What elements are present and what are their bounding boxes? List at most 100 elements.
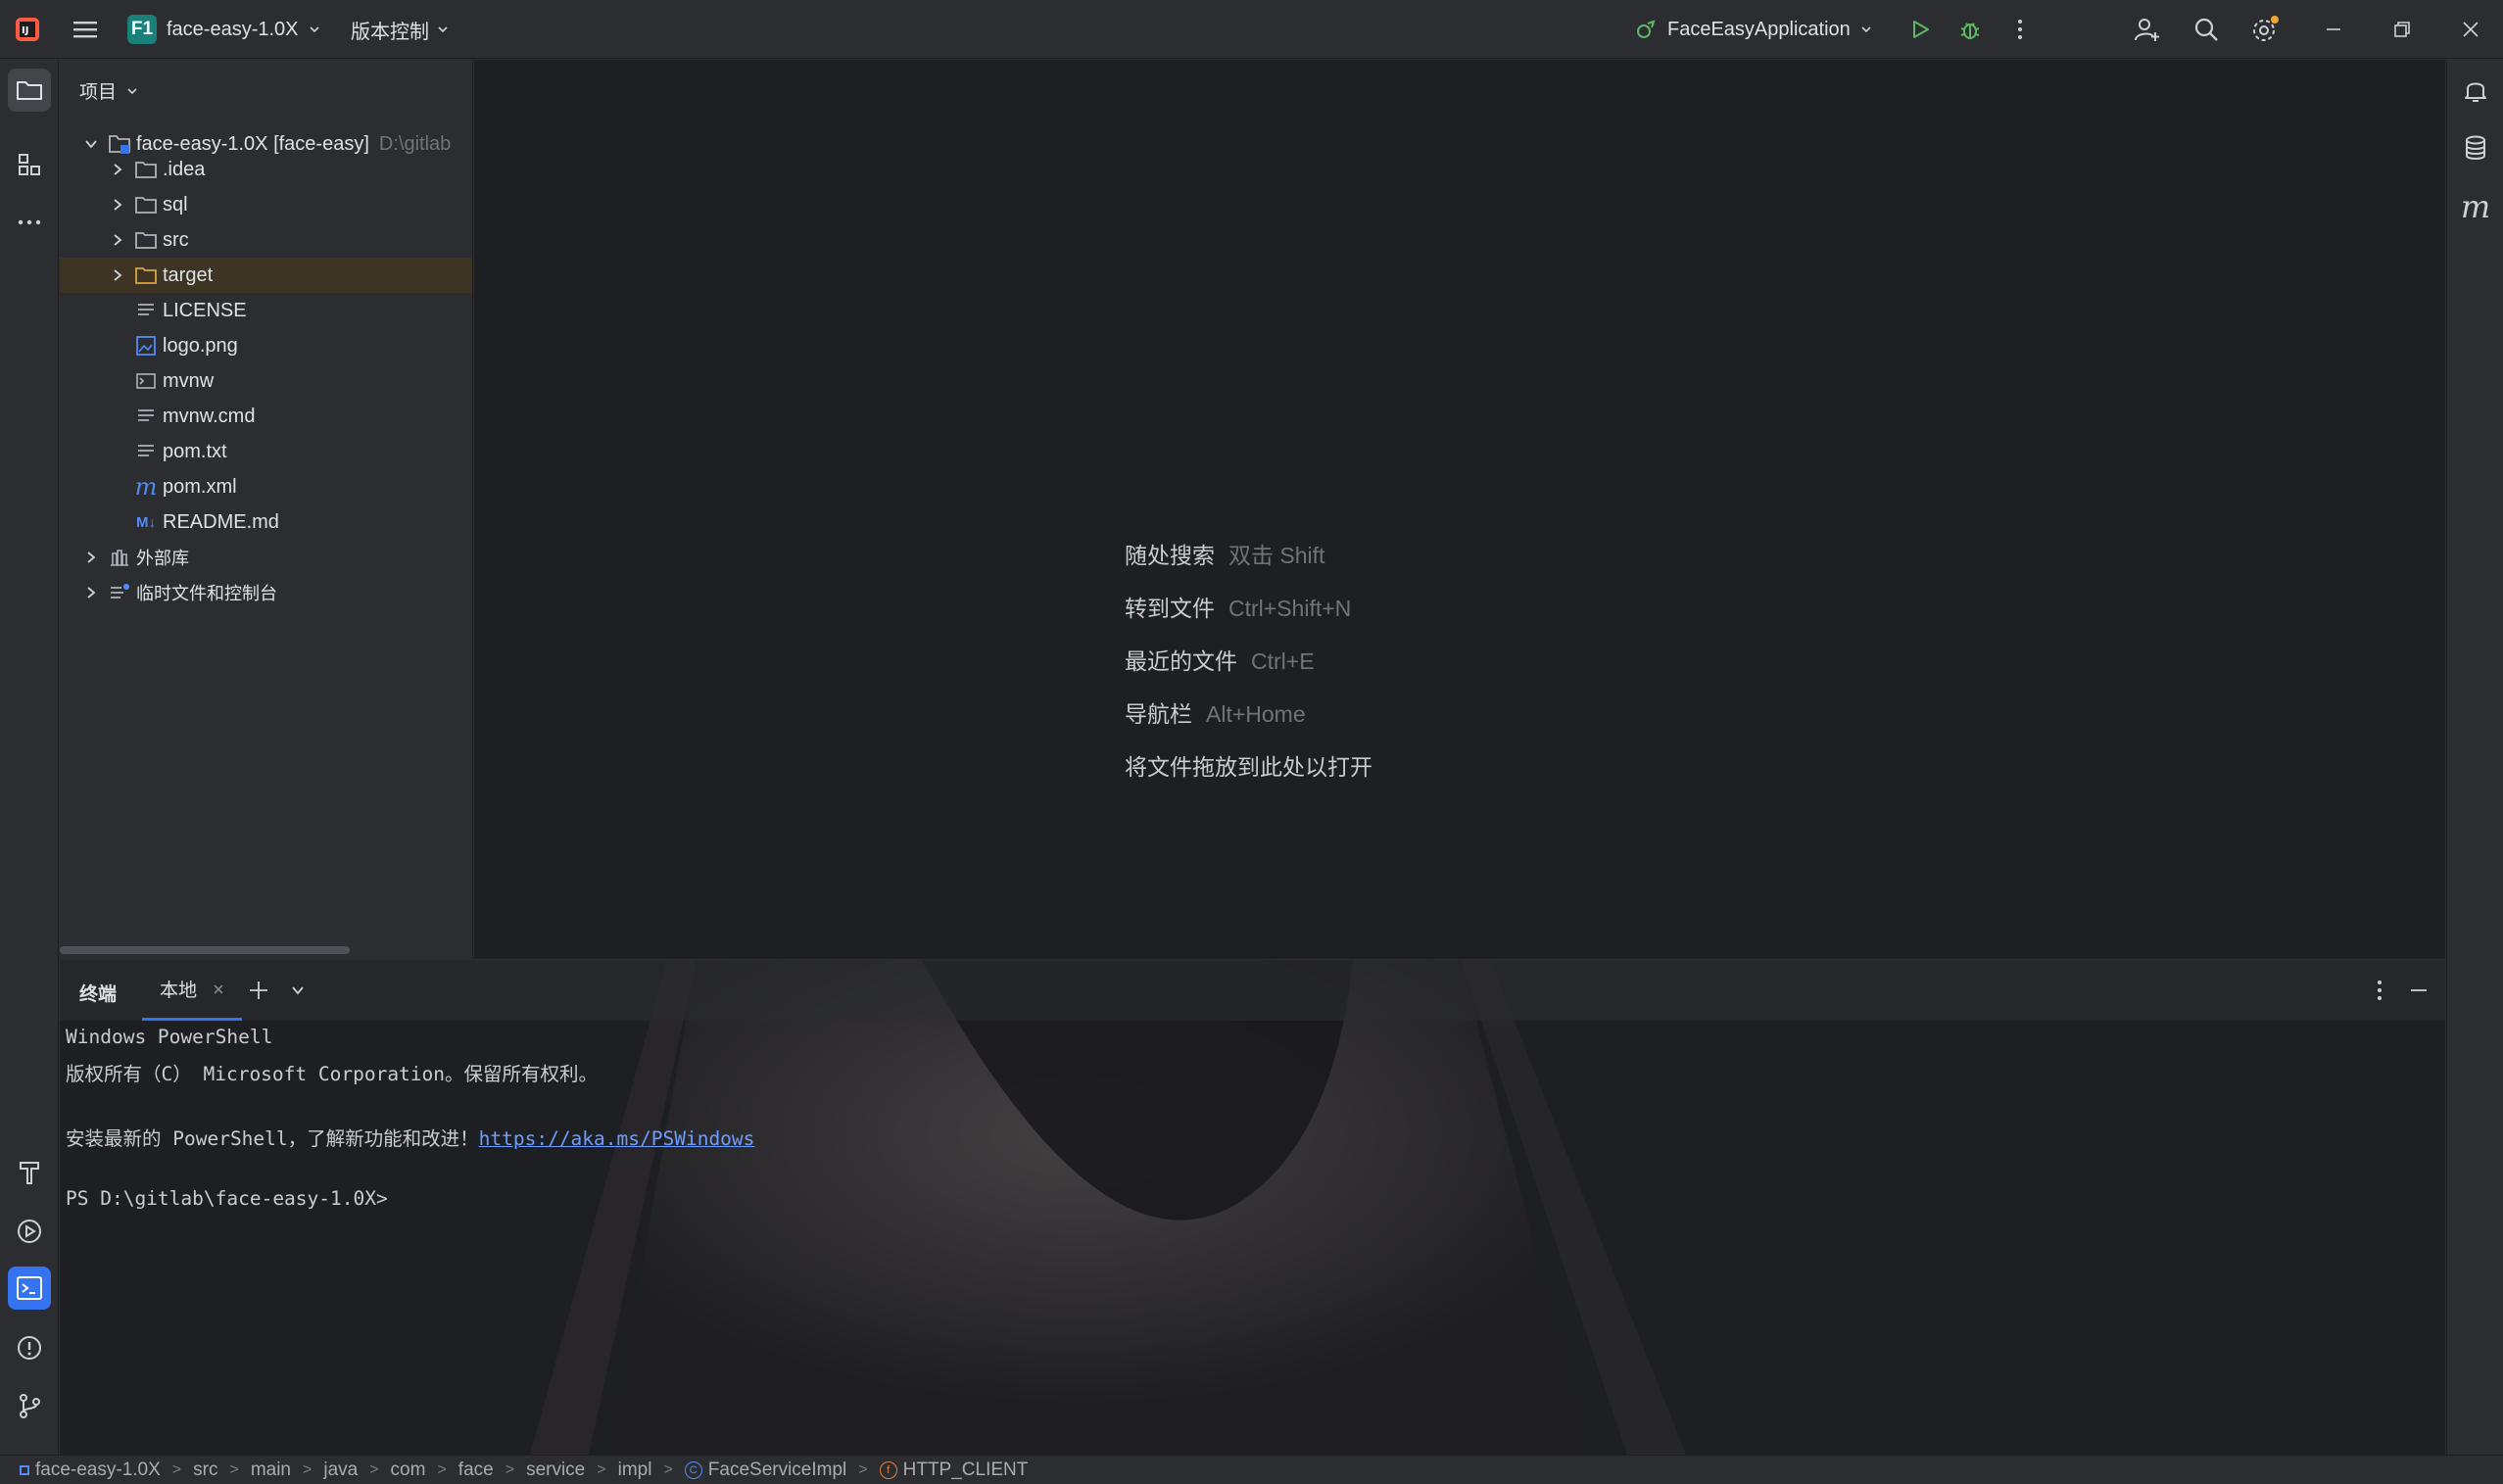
structure-tool-button[interactable]	[8, 143, 51, 186]
tree-item-license[interactable]: LICENSE	[60, 293, 472, 328]
hint-shortcut: 双击 Shift	[1228, 543, 1325, 568]
title-bar: IJ F1 face-easy-1.0X 版本控制 FaceEasyApplic…	[0, 0, 2503, 59]
chevron-down-icon	[127, 87, 137, 94]
terminal-output-line: 版权所有（C） Microsoft Corporation。保留所有权利。	[66, 1063, 599, 1085]
hint-shortcut: Alt+Home	[1206, 701, 1306, 727]
git-tool-button[interactable]	[8, 1384, 51, 1427]
breadcrumb-class[interactable]: C FaceServiceImpl	[684, 1460, 846, 1481]
tree-item-pom-txt[interactable]: pom.txt	[60, 434, 472, 469]
terminal-tab-label: 本地	[159, 981, 197, 1001]
panel-title: 项目	[79, 82, 118, 103]
tree-item-label: target	[163, 263, 214, 286]
tree-item-scratches[interactable]: 临时文件和控制台	[60, 575, 472, 610]
bell-icon	[2465, 82, 2486, 102]
more-actions-button[interactable]	[2004, 14, 2036, 45]
breadcrumb-label: HTTP_CLIENT	[902, 1459, 1029, 1480]
breadcrumb-item[interactable]: com	[391, 1460, 426, 1481]
tree-item-logo[interactable]: logo.png	[60, 328, 472, 363]
database-tool-button[interactable]	[2454, 126, 2497, 169]
terminal-more-button[interactable]	[2365, 976, 2394, 1005]
more-horizontal-icon	[18, 219, 41, 225]
chevron-right-icon[interactable]	[107, 264, 128, 286]
project-switcher[interactable]: F1 face-easy-1.0X	[127, 14, 320, 45]
tree-item-external-libraries[interactable]: 外部库	[60, 540, 472, 575]
minimize-button[interactable]	[2318, 14, 2349, 45]
terminal-background-image	[60, 960, 2445, 1455]
horizontal-scrollbar[interactable]	[60, 946, 350, 954]
maven-tool-button[interactable]: m	[2454, 185, 2497, 228]
close-tab-icon[interactable]	[213, 983, 224, 995]
settings-button[interactable]	[2249, 14, 2281, 45]
status-bar: face-easy-1.0X > src > main > java > com…	[0, 1455, 2503, 1484]
more-tools-button[interactable]	[8, 201, 51, 244]
tree-item-mvnw-cmd[interactable]: mvnw.cmd	[60, 399, 472, 434]
terminal-options-dropdown[interactable]	[283, 976, 313, 1005]
scratches-icon	[108, 581, 131, 604]
tree-item-label: logo.png	[163, 334, 238, 357]
right-tool-window-bar: m	[2446, 60, 2503, 1455]
breadcrumb-module[interactable]: face-easy-1.0X	[20, 1460, 161, 1481]
chevron-right-icon[interactable]	[107, 229, 128, 251]
minimize-icon	[2411, 989, 2427, 991]
hint-label: 最近的文件	[1125, 648, 1237, 674]
tree-item-pom-xml[interactable]: m pom.xml	[60, 469, 472, 504]
close-window-button[interactable]	[2455, 14, 2486, 45]
chevron-right-icon[interactable]	[80, 547, 102, 568]
more-vertical-icon	[2378, 981, 2382, 1000]
intellij-logo-icon: IJ	[16, 18, 39, 41]
services-tool-button[interactable]	[8, 1210, 51, 1253]
main-menu-icon[interactable]	[71, 16, 100, 43]
notifications-button[interactable]	[2454, 69, 2497, 112]
chevron-right-icon[interactable]	[107, 194, 128, 215]
tree-item-sql[interactable]: sql	[60, 187, 472, 222]
add-user-button[interactable]	[2132, 14, 2163, 45]
tree-item-label: LICENSE	[163, 299, 247, 321]
tree-item-src[interactable]: src	[60, 222, 472, 258]
breadcrumb-label: face-easy-1.0X	[35, 1459, 161, 1480]
project-view-selector[interactable]: 项目	[79, 77, 138, 104]
terminal-tool-button[interactable]	[8, 1267, 51, 1310]
breadcrumb-item[interactable]: impl	[618, 1460, 652, 1481]
run-configuration-selector[interactable]: FaceEasyApplication	[1634, 14, 1872, 45]
terminal-tab-local[interactable]: 本地	[142, 960, 242, 1021]
project-tool-button[interactable]	[8, 69, 51, 112]
folder-icon	[134, 228, 158, 252]
tree-item-target[interactable]: target	[60, 258, 472, 293]
services-run-icon	[18, 1220, 41, 1243]
problems-tool-button[interactable]	[8, 1326, 51, 1369]
chevron-down-icon	[309, 26, 319, 33]
chevron-right-icon[interactable]	[107, 159, 128, 180]
debug-button[interactable]	[1954, 14, 1986, 45]
breadcrumb-field[interactable]: f HTTP_CLIENT	[879, 1459, 1029, 1481]
breadcrumb-label: face	[457, 1459, 494, 1480]
breadcrumb-item[interactable]: service	[526, 1460, 585, 1481]
terminal-text: 安装最新的 PowerShell，了解新功能和改进！	[66, 1127, 479, 1150]
folder-icon	[17, 81, 42, 100]
new-terminal-button[interactable]	[244, 976, 273, 1005]
restore-button[interactable]	[2386, 14, 2418, 45]
tree-item-mvnw[interactable]: mvnw	[60, 363, 472, 399]
chevron-right-icon: >	[663, 1460, 673, 1478]
chevron-right-icon[interactable]	[80, 582, 102, 603]
build-tool-button[interactable]	[8, 1151, 51, 1194]
breadcrumb-item[interactable]: src	[193, 1460, 217, 1481]
hint-go-to-file: 转到文件 Ctrl+Shift+N	[1125, 590, 1351, 623]
tree-item-idea[interactable]: .idea	[60, 152, 472, 187]
breadcrumb-item[interactable]: main	[251, 1460, 291, 1481]
hint-shortcut: Ctrl+Shift+N	[1228, 596, 1352, 621]
breadcrumb-label: java	[323, 1459, 359, 1480]
hint-label: 导航栏	[1125, 701, 1192, 727]
project-name: face-easy-1.0X	[167, 18, 299, 40]
run-button[interactable]	[1904, 14, 1936, 45]
breadcrumb-item[interactable]: face	[458, 1460, 494, 1481]
hide-terminal-button[interactable]	[2404, 976, 2433, 1005]
breadcrumb-item[interactable]: java	[323, 1460, 358, 1481]
vcs-menu[interactable]: 版本控制	[351, 14, 449, 45]
tree-item-readme[interactable]: M↓ README.md	[60, 504, 472, 540]
terminal-prompt[interactable]: PS D:\gitlab\face-easy-1.0X>	[66, 1187, 388, 1210]
chevron-right-icon: >	[369, 1460, 379, 1478]
powershell-link[interactable]: https://aka.ms/PSWindows	[479, 1127, 755, 1150]
terminal-tool-window: 终端 本地 Windows PowerShell 版权所有（C） Microso…	[60, 960, 2445, 1455]
chevron-right-icon: >	[597, 1460, 606, 1478]
search-button[interactable]	[2190, 14, 2222, 45]
